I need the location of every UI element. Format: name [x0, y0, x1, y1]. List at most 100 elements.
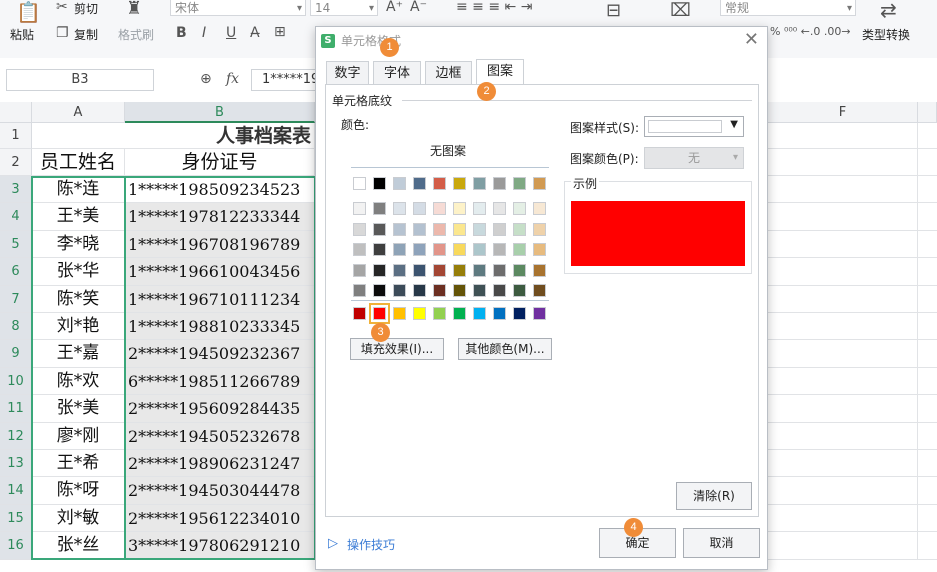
color-swatch[interactable] — [413, 222, 426, 236]
color-swatch[interactable] — [393, 263, 406, 277]
color-swatch[interactable] — [433, 307, 446, 320]
color-swatch[interactable] — [533, 202, 546, 215]
row-header[interactable]: 14 — [0, 477, 32, 505]
color-swatch[interactable] — [513, 263, 526, 277]
sheet-title[interactable]: 人事档案表 — [32, 123, 315, 149]
color-swatch[interactable] — [513, 243, 526, 256]
color-swatch[interactable] — [533, 307, 546, 320]
color-swatch-selected-red[interactable] — [369, 303, 390, 324]
color-swatch[interactable] — [433, 202, 446, 215]
empty-cell[interactable] — [918, 231, 937, 259]
color-swatch[interactable] — [453, 177, 466, 190]
color-swatch[interactable] — [513, 177, 526, 190]
cell-id-number[interactable]: 1*****196708196789 — [125, 230, 315, 259]
color-swatch[interactable] — [373, 263, 386, 277]
color-swatch[interactable] — [413, 263, 426, 277]
color-swatch[interactable] — [473, 243, 486, 256]
color-swatch[interactable] — [393, 243, 406, 256]
pattern-style-select[interactable]: ▼ — [644, 116, 744, 137]
empty-cell[interactable] — [918, 286, 937, 313]
font-size-select[interactable]: 14 — [310, 0, 378, 17]
cell-id-number[interactable]: 1*****198810233345 — [125, 313, 315, 341]
column-header-blank[interactable] — [918, 102, 937, 123]
color-swatch[interactable] — [473, 263, 486, 277]
cell-employee-name[interactable]: 张*美 — [32, 395, 125, 423]
color-swatch[interactable] — [373, 202, 386, 215]
color-swatch[interactable] — [513, 222, 526, 236]
empty-cell[interactable] — [768, 422, 918, 450]
underline-icon[interactable]: U — [226, 26, 236, 40]
empty-cell[interactable] — [768, 450, 918, 478]
color-swatch[interactable] — [473, 222, 486, 236]
font-name-select[interactable]: 宋体 — [170, 0, 306, 17]
merge-icon[interactable]: ⊟ — [606, 2, 621, 20]
empty-cell[interactable] — [768, 258, 918, 286]
increase-font-icon[interactable]: A⁺ — [386, 0, 403, 14]
color-swatch[interactable] — [353, 222, 366, 236]
color-swatch[interactable] — [413, 243, 426, 256]
color-swatch[interactable] — [433, 222, 446, 236]
fx-icon[interactable]: fx — [226, 72, 239, 86]
cell-employee-name[interactable]: 陈*呀 — [32, 477, 125, 505]
more-colors-button[interactable]: 其他颜色(M)... — [458, 338, 552, 360]
empty-cell[interactable] — [768, 504, 918, 533]
color-swatch[interactable] — [393, 284, 406, 297]
cell-employee-name[interactable]: 陈*笑 — [32, 285, 125, 313]
row-header[interactable]: 1 — [0, 123, 32, 149]
cell-employee-name[interactable]: 刘*敏 — [32, 504, 125, 533]
tab-border[interactable]: 边框 — [425, 61, 472, 85]
zoom-icon[interactable]: ⊕ — [200, 72, 212, 86]
empty-cell[interactable] — [918, 313, 937, 341]
paste-icon[interactable]: 📋 — [16, 2, 41, 22]
row-header[interactable]: 11 — [0, 395, 32, 423]
empty-cell[interactable] — [768, 123, 918, 149]
number-format-select[interactable]: 常规 — [720, 0, 856, 17]
color-swatch[interactable] — [493, 177, 506, 190]
empty-cell[interactable] — [768, 395, 918, 423]
fill-effects-button[interactable]: 填充效果(I)... — [350, 338, 444, 360]
empty-cell[interactable] — [768, 149, 918, 176]
color-swatch[interactable] — [533, 284, 546, 297]
color-swatch[interactable] — [353, 202, 366, 215]
empty-cell[interactable] — [918, 176, 937, 204]
cell-id-number[interactable]: 2*****195612234010 — [125, 504, 315, 533]
row-header[interactable]: 15 — [0, 504, 32, 533]
empty-cell[interactable] — [768, 313, 918, 341]
empty-cell[interactable] — [768, 230, 918, 259]
color-swatch[interactable] — [493, 307, 506, 320]
border-icon[interactable]: ⊞ — [274, 25, 286, 39]
cell-id-number[interactable]: 2*****198906231247 — [125, 450, 315, 478]
color-swatch[interactable] — [353, 307, 366, 320]
bold-icon[interactable]: B — [176, 26, 187, 40]
pattern-color-select[interactable]: 无 ▾ — [644, 147, 744, 169]
color-swatch[interactable] — [453, 243, 466, 256]
color-swatch[interactable] — [413, 202, 426, 215]
empty-cell[interactable] — [918, 258, 937, 286]
cell-id-number[interactable]: 2*****195609284435 — [125, 395, 315, 423]
column-header-f[interactable]: F — [768, 102, 918, 123]
empty-cell[interactable] — [768, 203, 918, 231]
color-swatch[interactable] — [513, 284, 526, 297]
empty-cell[interactable] — [918, 450, 937, 478]
corner-select-all[interactable] — [0, 102, 32, 123]
cell-id-number[interactable]: 2*****194509232367 — [125, 340, 315, 368]
row-header[interactable]: 5 — [0, 230, 32, 259]
color-swatch[interactable] — [513, 307, 526, 320]
cell-employee-name[interactable]: 张*丝 — [32, 532, 125, 560]
cell-employee-name[interactable]: 王*美 — [32, 203, 125, 231]
color-swatch[interactable] — [473, 284, 486, 297]
color-swatch[interactable] — [393, 307, 406, 320]
copy-icon[interactable]: ❐ — [56, 26, 69, 40]
row-header[interactable]: 2 — [0, 149, 32, 176]
format-painter-button[interactable]: 格式刷 — [118, 26, 154, 43]
cell-employee-name[interactable]: 陈*欢 — [32, 367, 125, 396]
row-header[interactable]: 16 — [0, 532, 32, 560]
empty-cell[interactable] — [768, 340, 918, 368]
color-swatch[interactable] — [373, 222, 386, 236]
color-swatch[interactable] — [473, 202, 486, 215]
italic-icon[interactable]: I — [202, 26, 206, 40]
convert-icon[interactable]: ⇄ — [880, 0, 897, 20]
color-swatch[interactable] — [413, 284, 426, 297]
cancel-button[interactable]: 取消 — [683, 528, 760, 558]
cell-employee-name[interactable]: 廖*刚 — [32, 422, 125, 450]
